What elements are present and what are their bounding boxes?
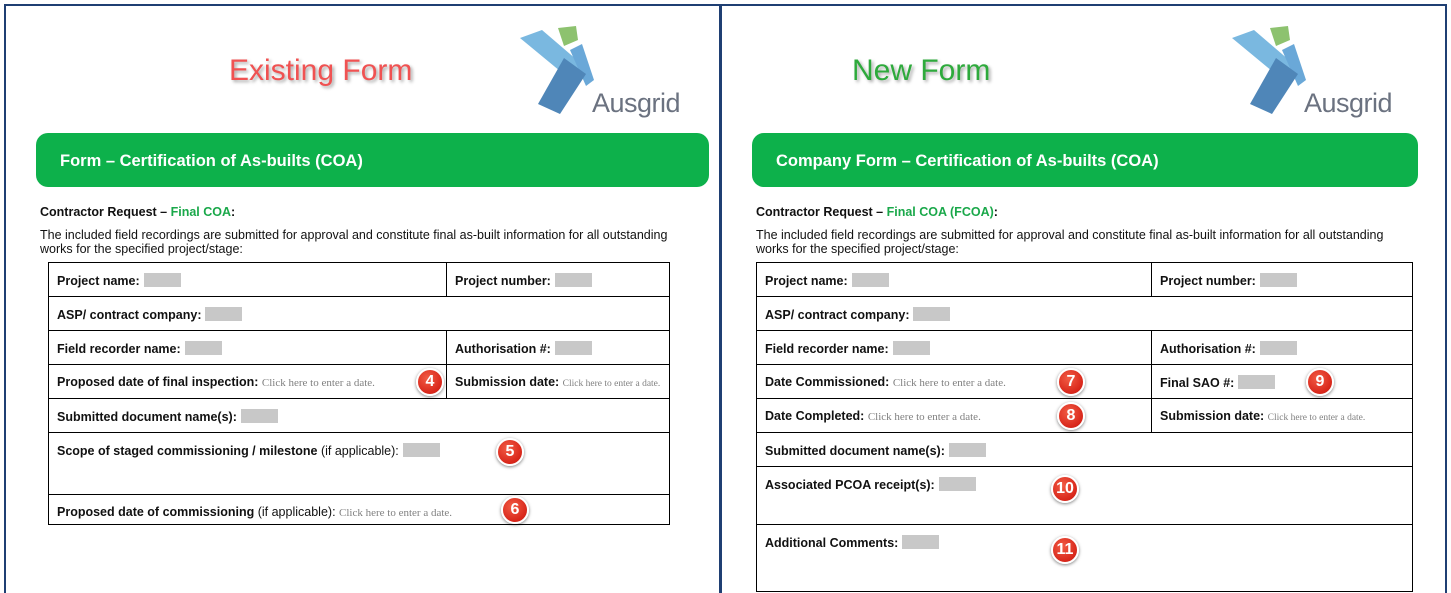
annotation-badge-8: 8 xyxy=(1057,402,1085,430)
final-inspection-date-field[interactable]: Click here to enter a date. xyxy=(262,377,375,389)
scope-label-note: (if applicable): xyxy=(317,444,399,458)
request-prefix: Contractor Request – xyxy=(756,205,887,219)
proposed-commissioning-date-field[interactable]: Click here to enter a date. xyxy=(339,507,452,519)
submission-date-cell: Submission date: Click here to enter a d… xyxy=(1151,398,1413,433)
asp-field[interactable] xyxy=(205,307,243,321)
annotation-badge-11: 11 xyxy=(1051,536,1079,564)
final-sao-label: Final SAO #: xyxy=(1160,376,1235,390)
date-commissioned-cell: Date Commissioned: Click here to enter a… xyxy=(756,364,1152,399)
submission-date-label: Submission date: xyxy=(455,375,560,389)
asp-cell: ASP/ contract company: xyxy=(48,296,670,331)
form-title-banner: Form – Certification of As-builts (COA) xyxy=(36,133,709,187)
intro-text: The included field recordings are submit… xyxy=(756,228,1384,256)
ausgrid-logo: Ausgrid xyxy=(520,26,690,126)
ausgrid-logo-text: Ausgrid xyxy=(1304,88,1393,118)
authorisation-label: Authorisation #: xyxy=(455,342,551,356)
proposed-commissioning-cell: Proposed date of commissioning (if appli… xyxy=(48,494,670,525)
project-number-label: Project number: xyxy=(455,274,551,288)
asp-field[interactable] xyxy=(913,307,951,321)
submission-date-cell: Submission date: Click here to enter a d… xyxy=(446,364,670,399)
annotation-badge-10: 10 xyxy=(1051,475,1079,503)
comments-cell: Additional Comments: 11 xyxy=(756,524,1413,592)
pcoa-cell: Associated PCOA receipt(s): 10 xyxy=(756,466,1413,525)
submitted-docs-label: Submitted document name(s): xyxy=(57,410,237,424)
comments-field[interactable] xyxy=(902,535,940,549)
proposed-commissioning-label: Proposed date of commissioning xyxy=(57,505,255,519)
scope-label: Scope of staged commissioning / mileston… xyxy=(57,444,318,458)
project-number-field[interactable] xyxy=(554,273,592,287)
authorisation-cell: Authorisation #: xyxy=(1151,330,1413,365)
existing-form-panel: Existing Form Ausgrid Form – Certificati… xyxy=(8,6,717,593)
authorisation-field[interactable] xyxy=(554,341,592,355)
asp-label: ASP/ contract company: xyxy=(57,308,202,322)
date-completed-field[interactable]: Click here to enter a date. xyxy=(868,411,981,423)
scope-field[interactable] xyxy=(402,443,440,457)
submission-date-label: Submission date: xyxy=(1160,409,1265,423)
date-completed-label: Date Completed: xyxy=(765,409,865,423)
submission-date-field[interactable]: Click here to enter a date. xyxy=(1268,413,1366,423)
final-inspection-cell: Proposed date of final inspection: Click… xyxy=(48,364,447,399)
submitted-docs-field[interactable] xyxy=(240,409,278,423)
annotation-badge-9: 9 xyxy=(1306,368,1334,396)
field-recorder-cell: Field recorder name: xyxy=(756,330,1152,365)
final-sao-cell: Final SAO #: 9 xyxy=(1151,364,1413,399)
project-name-field[interactable] xyxy=(851,273,889,287)
annotation-badge-6: 6 xyxy=(501,496,529,524)
field-recorder-label: Field recorder name: xyxy=(57,342,181,356)
existing-form-heading: Existing Form xyxy=(229,54,413,87)
project-name-label: Project name: xyxy=(57,274,140,288)
project-number-label: Project number: xyxy=(1160,274,1256,288)
asp-cell: ASP/ contract company: xyxy=(756,296,1413,331)
final-sao-field[interactable] xyxy=(1238,375,1276,389)
proposed-commissioning-note: (if applicable): xyxy=(254,505,336,519)
field-recorder-label: Field recorder name: xyxy=(765,342,889,356)
coa-form-table: Project name: Project number: ASP/ contr… xyxy=(756,262,1413,592)
authorisation-field[interactable] xyxy=(1259,341,1297,355)
asp-label: ASP/ contract company: xyxy=(765,308,910,322)
project-name-cell: Project name: xyxy=(756,262,1152,297)
request-prefix: Contractor Request – xyxy=(40,205,171,219)
new-form-heading: New Form xyxy=(852,54,991,87)
submitted-docs-cell: Submitted document name(s): xyxy=(48,398,670,433)
scope-cell: Scope of staged commissioning / mileston… xyxy=(48,432,670,495)
date-commissioned-label: Date Commissioned: xyxy=(765,375,890,389)
comments-label: Additional Comments: xyxy=(765,536,899,550)
project-name-field[interactable] xyxy=(143,273,181,287)
form-title-banner: Company Form – Certification of As-built… xyxy=(752,133,1418,187)
panel-divider xyxy=(719,4,722,593)
authorisation-cell: Authorisation #: xyxy=(446,330,670,365)
request-type: Final COA (FCOA) xyxy=(886,205,994,219)
annotation-badge-7: 7 xyxy=(1057,368,1085,396)
submitted-docs-field[interactable] xyxy=(948,443,986,457)
annotation-badge-4: 4 xyxy=(416,368,444,396)
date-commissioned-field[interactable]: Click here to enter a date. xyxy=(893,377,1006,389)
final-inspection-label: Proposed date of final inspection: xyxy=(57,375,259,389)
date-completed-cell: Date Completed: Click here to enter a da… xyxy=(756,398,1152,433)
project-name-cell: Project name: xyxy=(48,262,447,297)
project-name-label: Project name: xyxy=(765,274,848,288)
field-recorder-field[interactable] xyxy=(184,341,222,355)
project-number-cell: Project number: xyxy=(1151,262,1413,297)
contractor-request-line: Contractor Request – Final COA (FCOA): xyxy=(756,205,998,219)
annotation-badge-5: 5 xyxy=(496,438,524,466)
coa-form-table: Project name: Project number: ASP/ contr… xyxy=(48,262,670,525)
ausgrid-logo: Ausgrid xyxy=(1232,26,1402,126)
request-suffix: : xyxy=(993,205,998,219)
request-suffix: : xyxy=(231,205,236,219)
authorisation-label: Authorisation #: xyxy=(1160,342,1256,356)
submission-date-field[interactable]: Click here to enter a date. xyxy=(563,379,661,389)
pcoa-field[interactable] xyxy=(938,477,976,491)
field-recorder-cell: Field recorder name: xyxy=(48,330,447,365)
submitted-docs-cell: Submitted document name(s): xyxy=(756,432,1413,467)
project-number-field[interactable] xyxy=(1259,273,1297,287)
request-type: Final COA xyxy=(170,205,232,219)
ausgrid-logo-text: Ausgrid xyxy=(592,88,681,118)
submitted-docs-label: Submitted document name(s): xyxy=(765,444,945,458)
intro-text: The included field recordings are submit… xyxy=(40,228,668,256)
field-recorder-field[interactable] xyxy=(892,341,930,355)
project-number-cell: Project number: xyxy=(446,262,670,297)
contractor-request-line: Contractor Request – Final COA: xyxy=(40,205,235,219)
new-form-panel: New Form Ausgrid Company Form – Certific… xyxy=(724,6,1444,593)
pcoa-label: Associated PCOA receipt(s): xyxy=(765,478,935,492)
